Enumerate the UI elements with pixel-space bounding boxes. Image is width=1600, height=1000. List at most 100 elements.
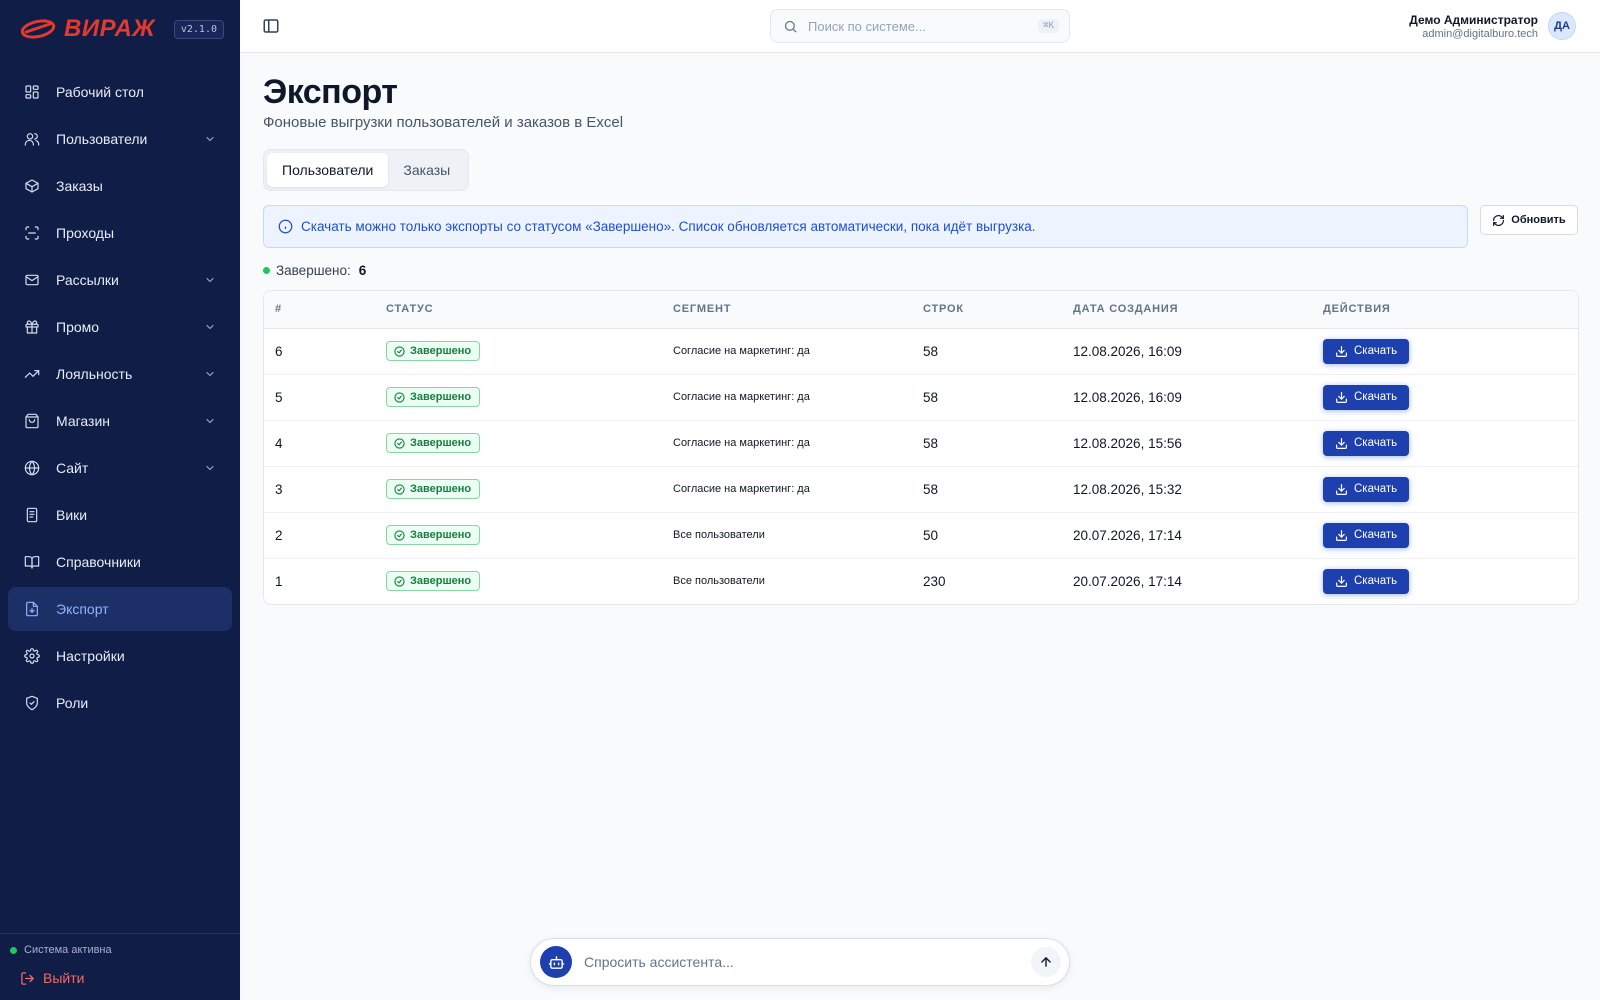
sidebar-item-file-download[interactable]: Экспорт xyxy=(8,587,232,631)
scan-icon xyxy=(24,225,40,241)
column-header-id: # xyxy=(264,291,375,329)
sidebar-item-label: Заказы xyxy=(56,178,103,194)
cell-id: 2 xyxy=(264,512,375,559)
cell-segment: Согласие на маркетинг: да xyxy=(662,328,912,375)
chevron-down-icon xyxy=(204,133,216,145)
shopping-bag-icon xyxy=(24,413,40,429)
completed-count: Завершено: 6 xyxy=(263,263,1579,278)
column-header-created: ДАТА СОЗДАНИЯ xyxy=(1062,291,1312,329)
chevron-down-icon xyxy=(204,321,216,333)
download-button[interactable]: Скачать xyxy=(1323,568,1410,594)
sidebar-item-label: Настройки xyxy=(56,648,125,664)
cell-segment: Согласие на маркетинг: да xyxy=(662,420,912,467)
search-input[interactable] xyxy=(808,18,1039,34)
sidebar-item-label: Рабочий стол xyxy=(56,84,144,100)
cell-segment: Согласие на маркетинг: да xyxy=(662,374,912,421)
download-button[interactable]: Скачать xyxy=(1323,522,1410,548)
book-open-icon xyxy=(24,554,40,570)
column-header-status: СТАТУС xyxy=(375,291,662,329)
brand-logo[interactable]: ВИРАЖ xyxy=(20,15,155,43)
sidebar-item-mail[interactable]: Рассылки xyxy=(8,258,232,302)
cell-actions: Скачать xyxy=(1312,328,1578,375)
check-circle-icon xyxy=(394,529,405,541)
table-row: 5 Завершено Согласие на маркетинг: да 58 12.… xyxy=(264,374,1578,421)
sidebar-item-scan[interactable]: Проходы xyxy=(8,211,232,255)
sidebar-item-users[interactable]: Пользователи xyxy=(8,117,232,161)
sidebar-item-shield[interactable]: Роли xyxy=(8,681,232,725)
bot-icon[interactable] xyxy=(540,946,572,978)
cell-rows: 58 xyxy=(912,374,1062,421)
sidebar-item-notebook[interactable]: Вики xyxy=(8,493,232,537)
download-button[interactable]: Скачать xyxy=(1323,338,1410,364)
chevron-down-icon xyxy=(204,415,216,427)
tab-users[interactable]: Пользователи xyxy=(267,153,389,187)
sidebar-item-label: Экспорт xyxy=(56,601,109,617)
refresh-button[interactable]: Обновить xyxy=(1480,205,1578,235)
sidebar-item-label: Промо xyxy=(56,319,100,335)
status-label: Завершено xyxy=(410,483,472,495)
assistant-input[interactable] xyxy=(584,954,1031,970)
search-icon xyxy=(784,20,797,33)
refresh-label: Обновить xyxy=(1511,214,1566,226)
cell-segment: Все пользователи xyxy=(673,575,765,588)
mail-icon xyxy=(24,272,40,288)
cell-segment: Все пользователи xyxy=(662,512,912,559)
check-circle-icon xyxy=(394,437,405,449)
sidebar-item-gift[interactable]: Промо xyxy=(8,305,232,349)
sidebar-item-globe[interactable]: Сайт xyxy=(8,446,232,490)
sidebar-toggle-icon[interactable] xyxy=(262,17,280,35)
search-shortcut: ⌘K xyxy=(1038,19,1059,33)
send-button[interactable] xyxy=(1031,947,1061,977)
sidebar-item-label: Вики xyxy=(56,507,88,523)
cell-status: Завершено xyxy=(375,558,662,604)
table-row: 6 Завершено Согласие на маркетинг: да 58 12.… xyxy=(264,328,1578,375)
download-icon xyxy=(1336,391,1347,403)
download-label: Скачать xyxy=(1354,575,1398,588)
sidebar-nav: Рабочий стол Пользователи Заказы Проходы Рас… xyxy=(0,58,240,725)
sidebar-item-trending-up[interactable]: Лояльность xyxy=(8,352,232,396)
chevron-down-icon xyxy=(204,462,216,474)
user-menu[interactable]: Демо Администратор admin@digitalburo.tec… xyxy=(1409,12,1576,40)
version-badge: v2.1.0 xyxy=(173,19,224,39)
cell-rows: 58 xyxy=(912,466,1062,513)
chevron-down-icon xyxy=(204,274,216,286)
download-button[interactable]: Скачать xyxy=(1323,430,1410,456)
gear-icon xyxy=(24,648,40,664)
download-label: Скачать xyxy=(1354,437,1398,449)
sidebar-item-label: Сайт xyxy=(56,460,89,476)
avatar[interactable]: ДА xyxy=(1548,12,1576,40)
sidebar-item-book-open[interactable]: Справочники xyxy=(8,540,232,584)
system-status: Система активна xyxy=(10,944,230,956)
notebook-icon xyxy=(24,507,40,523)
sidebar-item-label: Роли xyxy=(56,695,89,711)
package-icon xyxy=(24,178,40,194)
column-header-rows: СТРОК xyxy=(912,291,1062,329)
download-button[interactable]: Скачать xyxy=(1323,476,1410,502)
column-header-actions: ДЕЙСТВИЯ xyxy=(1312,291,1578,329)
download-button[interactable]: Скачать xyxy=(1323,384,1410,410)
global-search[interactable]: ⌘K xyxy=(770,9,1070,43)
cell-status: Завершено xyxy=(375,466,662,513)
sidebar-item-label: Магазин xyxy=(56,413,111,429)
tab-orders[interactable]: Заказы xyxy=(388,153,465,187)
cell-rows: 230 xyxy=(923,573,946,589)
sidebar-item-gear[interactable]: Настройки xyxy=(8,634,232,678)
refresh-icon xyxy=(1493,214,1505,226)
user-name: Демо Администратор xyxy=(1409,12,1538,27)
sidebar-item-shopping-bag[interactable]: Магазин xyxy=(8,399,232,443)
table-row: 2 Завершено Все пользователи 50 20.07.2026, … xyxy=(264,512,1578,559)
brand-swoosh-icon xyxy=(20,19,56,39)
status-dot-icon xyxy=(10,946,17,954)
cell-status: Завершено xyxy=(375,374,662,421)
sidebar-item-package[interactable]: Заказы xyxy=(8,164,232,208)
download-icon xyxy=(1336,529,1347,541)
logout-button[interactable]: Выйти xyxy=(10,970,230,986)
status-label: Завершено xyxy=(410,391,472,403)
cell-created: 12.08.2026, 15:32 xyxy=(1062,466,1312,513)
table-row: 3 Завершено Согласие на маркетинг: да 58 12.… xyxy=(264,466,1578,513)
download-icon xyxy=(1336,575,1347,587)
cell-id: 3 xyxy=(264,466,375,513)
sidebar-item-dashboard[interactable]: Рабочий стол xyxy=(8,70,232,114)
status-badge: Завершено xyxy=(386,571,481,592)
sidebar-item-label: Рассылки xyxy=(56,272,119,288)
